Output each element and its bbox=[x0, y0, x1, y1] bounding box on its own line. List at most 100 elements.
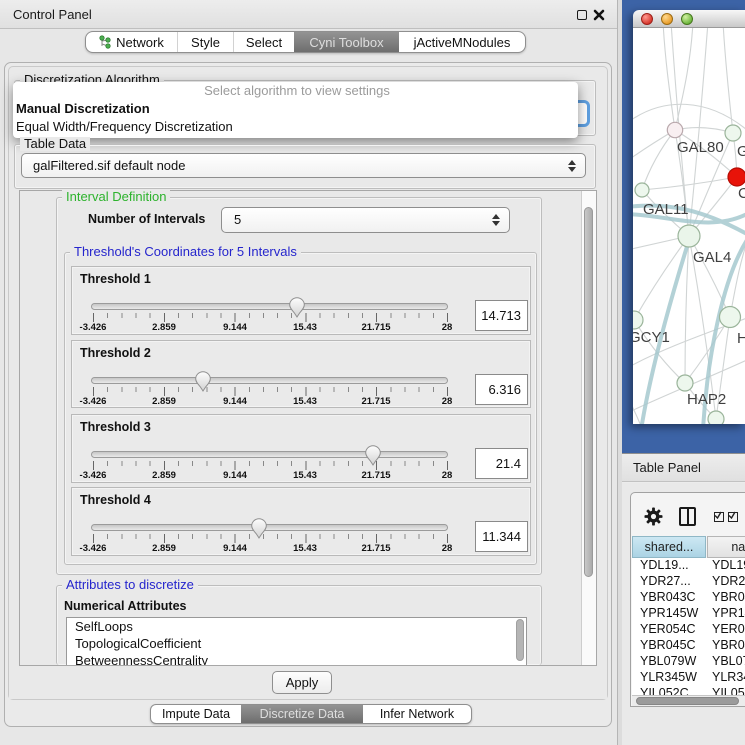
tab-impute-data-label: Impute Data bbox=[162, 707, 230, 721]
node-highlighted[interactable] bbox=[728, 168, 745, 186]
threshold-3-label: Threshold 3 bbox=[80, 420, 151, 434]
cell-name: YIL052C bbox=[706, 686, 745, 695]
table-hscrollbar-thumb[interactable] bbox=[636, 697, 739, 705]
float-icon[interactable] bbox=[577, 10, 587, 20]
cell-shared-name: YDR27... bbox=[632, 574, 706, 588]
cell-shared-name: YIL052C bbox=[632, 686, 706, 695]
table-row[interactable]: YBR043CYBR043C bbox=[632, 590, 745, 606]
table-container: shared... name YDL19...YDL194W YDR27...Y… bbox=[630, 492, 745, 707]
control-panel-titlebar bbox=[0, 0, 617, 29]
tab-impute-data[interactable]: Impute Data bbox=[151, 705, 241, 723]
threshold-1-slider-thumb[interactable] bbox=[289, 297, 305, 318]
tick-label: 2.859 bbox=[129, 470, 199, 481]
tick-label: 2.859 bbox=[129, 543, 199, 554]
network-canvas[interactable]: GAL80 GA C GAL11 GAL4 GCY1 H HAP2 bbox=[633, 28, 745, 424]
column-header-label: name bbox=[731, 540, 745, 554]
list-item[interactable]: TopologicalCoefficient bbox=[67, 635, 526, 652]
threshold-4-slider-thumb[interactable] bbox=[251, 518, 267, 539]
cell-shared-name: YBL079W bbox=[632, 654, 706, 668]
settings-scrollbar-thumb[interactable] bbox=[584, 207, 593, 577]
table-data-combo-value: galFiltered.sif default node bbox=[33, 154, 185, 177]
threshold-3-value[interactable]: 21.4 bbox=[475, 448, 528, 479]
tick-label: 21.715 bbox=[341, 396, 411, 407]
list-item[interactable]: SelfLoops bbox=[67, 618, 526, 635]
threshold-panel-4: Threshold 4 -3.426 2.859 9.144 15.43 21.… bbox=[71, 487, 531, 556]
window-minimize-button[interactable] bbox=[661, 13, 673, 25]
cell-name: YLR345W bbox=[706, 670, 745, 684]
cell-name: YBR045C bbox=[706, 638, 745, 652]
select-rows-icon[interactable] bbox=[728, 512, 738, 522]
dropdown-item-equal-width[interactable]: Equal Width/Frequency Discretization bbox=[13, 118, 578, 136]
threshold-2-value[interactable]: 6.316 bbox=[475, 374, 528, 405]
number-of-intervals-stepper[interactable] bbox=[492, 214, 500, 226]
tick-label: 15.43 bbox=[270, 396, 340, 407]
tab-discretize-data[interactable]: Discretize Data bbox=[241, 705, 363, 723]
number-of-intervals-spinner[interactable]: 5 bbox=[221, 207, 510, 233]
tab-select[interactable]: Select bbox=[233, 32, 294, 52]
select-columns-icon[interactable] bbox=[714, 512, 724, 522]
node-gal80[interactable] bbox=[667, 122, 682, 137]
tick-label: 28 bbox=[412, 543, 482, 554]
check-glyph bbox=[714, 511, 722, 519]
tick-label: 9.144 bbox=[200, 543, 270, 554]
tab-jactivemnodules[interactable]: jActiveMNodules bbox=[399, 32, 525, 52]
threshold-1-slider-track[interactable] bbox=[91, 303, 448, 310]
node-gcy1[interactable] bbox=[633, 311, 643, 329]
window-zoom-button[interactable] bbox=[681, 13, 693, 25]
node-gal11[interactable] bbox=[635, 183, 649, 197]
label-gal80: GAL80 bbox=[677, 139, 724, 156]
table-row[interactable]: YDL19...YDL194W bbox=[632, 558, 745, 574]
gear-icon[interactable] bbox=[644, 507, 663, 526]
node-gal4[interactable] bbox=[678, 225, 700, 247]
tick-label: 21.715 bbox=[341, 470, 411, 481]
tab-discretize-data-label: Discretize Data bbox=[260, 707, 345, 721]
number-of-intervals-label: Number of Intervals bbox=[88, 212, 205, 226]
node-hap2[interactable] bbox=[677, 375, 693, 391]
table-row[interactable]: YDR27...YDR277C bbox=[632, 574, 745, 590]
tab-select-label: Select bbox=[246, 35, 282, 50]
cell-shared-name: YBR043C bbox=[632, 590, 706, 604]
table-row[interactable]: YLR345WYLR345W bbox=[632, 670, 745, 686]
threshold-3-slider-thumb[interactable] bbox=[365, 445, 381, 466]
attributes-list-scrollbar[interactable] bbox=[516, 619, 524, 661]
numerical-attributes-label: Numerical Attributes bbox=[64, 599, 186, 613]
threshold-2-label: Threshold 2 bbox=[80, 346, 151, 360]
table-data-combo-stepper[interactable] bbox=[568, 160, 576, 172]
node-top-right[interactable] bbox=[725, 125, 741, 141]
close-icon[interactable] bbox=[593, 9, 605, 21]
threshold-3-slider-track[interactable] bbox=[91, 451, 448, 458]
threshold-2-slider-thumb[interactable] bbox=[195, 371, 211, 392]
tick-label: 9.144 bbox=[200, 396, 270, 407]
table-row[interactable]: YBR045CYBR045C bbox=[632, 638, 745, 654]
threshold-4-slider-track[interactable] bbox=[91, 524, 448, 531]
tab-infer-network[interactable]: Infer Network bbox=[363, 705, 471, 723]
cell-shared-name: YDL19... bbox=[632, 558, 706, 572]
list-item[interactable]: BetweennessCentrality bbox=[67, 652, 526, 665]
threshold-2-ticks-major bbox=[93, 387, 449, 396]
table-row[interactable]: YBL079WYBL079W bbox=[632, 654, 745, 670]
columns-icon[interactable] bbox=[679, 507, 696, 526]
table-data-combo[interactable]: galFiltered.sif default node bbox=[21, 153, 586, 178]
tab-network[interactable]: Network bbox=[86, 32, 177, 52]
column-header-label: shared... bbox=[645, 540, 694, 554]
threshold-2-slider-track[interactable] bbox=[91, 377, 448, 384]
threshold-1-value[interactable]: 14.713 bbox=[475, 300, 528, 331]
table-row[interactable]: YPR145WYPR145W bbox=[632, 606, 745, 622]
column-header-name[interactable]: name bbox=[707, 536, 745, 558]
tab-cyni-toolbox[interactable]: Cyni Toolbox bbox=[294, 32, 399, 52]
apply-button[interactable]: Apply bbox=[272, 671, 332, 694]
column-header-shared-name[interactable]: shared... bbox=[632, 536, 706, 558]
table-row[interactable]: YER054CYER054C bbox=[632, 622, 745, 638]
node-h[interactable] bbox=[720, 307, 741, 328]
tab-style[interactable]: Style bbox=[177, 32, 233, 52]
node-bottom[interactable] bbox=[708, 411, 724, 424]
threshold-4-value[interactable]: 11.344 bbox=[475, 521, 528, 552]
table-row[interactable]: YIL052CYIL052C bbox=[632, 686, 745, 695]
label-h: H bbox=[737, 330, 745, 347]
window-close-button[interactable] bbox=[641, 13, 653, 25]
threshold-1-label: Threshold 1 bbox=[80, 272, 151, 286]
threshold-3-ticks-major bbox=[93, 461, 449, 470]
dropdown-item-manual[interactable]: Manual Discretization bbox=[13, 100, 578, 118]
algorithm-dropdown: Select algorithm to view settings Manual… bbox=[13, 82, 578, 138]
screen: { "window": { "title": "Control Panel" }… bbox=[0, 0, 745, 745]
